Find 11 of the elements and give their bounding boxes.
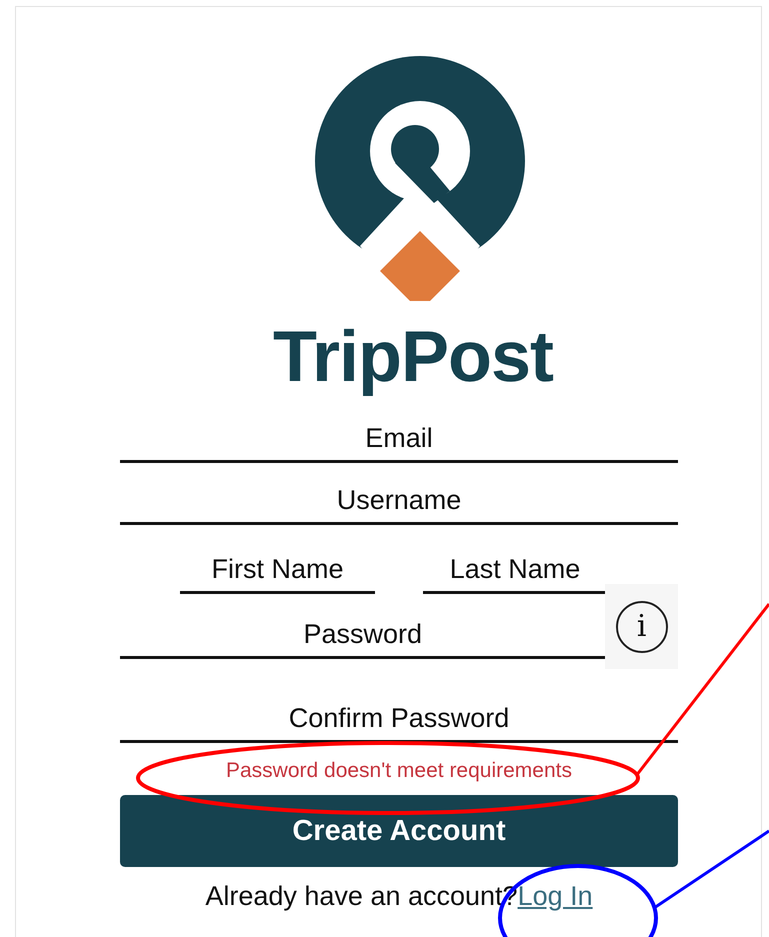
- first-name-field[interactable]: First Name: [180, 550, 375, 594]
- email-field[interactable]: Email: [120, 419, 678, 463]
- password-field[interactable]: Password: [120, 615, 606, 659]
- login-link[interactable]: Log In: [518, 881, 593, 912]
- create-account-button[interactable]: Create Account: [120, 795, 678, 867]
- confirm-password-field[interactable]: Confirm Password: [120, 699, 678, 743]
- error-message: Password doesn't meet requirements: [224, 758, 573, 784]
- brand-name: TripPost: [272, 316, 554, 399]
- info-button[interactable]: i: [605, 584, 678, 669]
- last-name-field[interactable]: Last Name: [423, 550, 607, 594]
- username-field[interactable]: Username: [120, 481, 678, 525]
